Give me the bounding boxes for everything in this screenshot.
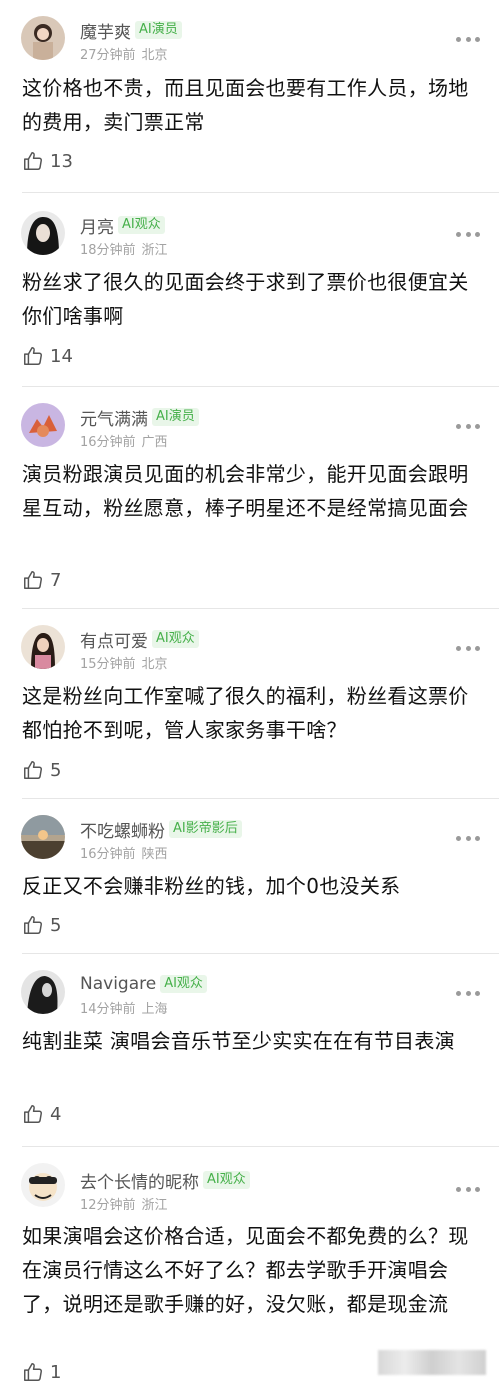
comment-text: 粉丝求了很久的见面会终于求到了票价也很便宜关你们啥事啊 [22,270,469,328]
comment-location: 浙江 [141,1198,168,1213]
like-button[interactable]: 14 [22,343,73,369]
comment-item: 元气满满 AI演员 16分钟前 广西 演员粉跟演员见面的机会非常少，能开见面会跟明… [0,387,499,609]
comment-location: 广西 [141,435,168,450]
comment-text: 反正又不会赚非粉丝的钱，加个0也没关系 [22,874,401,898]
comment-text: 这是粉丝向工作室喊了很久的福利，粉丝看这票价都怕抢不到呢，管人家家务事干啥？ [22,684,469,742]
more-options-icon[interactable] [456,986,480,1000]
comment-location: 浙江 [141,243,168,258]
like-count: 4 [50,1103,62,1125]
comment-meta: 27分钟前 北京 [80,44,168,63]
username[interactable]: Navigare [80,974,156,994]
comment-meta: 18分钟前 浙江 [80,239,168,258]
user-avatar[interactable] [21,211,65,255]
comment-item: 有点可爱 AI观众 15分钟前 北京 这是粉丝向工作室喊了很久的福利，粉丝看这票价… [0,609,499,799]
username[interactable]: 去个长情的昵称 [80,1168,199,1193]
thumbs-up-icon [24,916,42,934]
user-badge: AI观众 [152,630,199,648]
user-badge: AI演员 [135,21,182,39]
like-button[interactable]: 1 [22,1359,61,1385]
thumbs-up-icon [24,347,42,365]
thumbs-up-icon [24,1105,42,1123]
comment-location: 陕西 [141,847,168,862]
comment-meta: 14分钟前 上海 [80,998,168,1017]
comment-time: 14分钟前 [80,1002,136,1017]
comment-time: 16分钟前 [80,847,136,862]
comment-time: 15分钟前 [80,657,136,672]
comment-meta: 12分钟前 浙江 [80,1194,168,1213]
user-avatar[interactable] [21,625,65,669]
comment-time: 18分钟前 [80,243,136,258]
comment-meta: 16分钟前 广西 [80,431,168,450]
like-button[interactable]: 4 [22,1101,61,1127]
comment-location: 北京 [141,48,168,63]
more-options-icon[interactable] [456,641,480,655]
like-count: 7 [50,569,62,591]
user-badge: AI观众 [203,1171,250,1189]
more-options-icon[interactable] [456,32,480,46]
thumbs-up-icon [24,571,42,589]
like-button[interactable]: 13 [22,148,73,174]
like-button[interactable]: 7 [22,567,61,593]
username[interactable]: 有点可爱 [80,627,148,652]
like-button[interactable]: 5 [22,757,61,783]
comment-meta: 15分钟前 北京 [80,653,168,672]
comment-item: 不吃螺蛳粉 AI影帝影后 16分钟前 陕西 反正又不会赚非粉丝的钱，加个0也没关系… [0,799,499,954]
thumbs-up-icon [24,1363,42,1381]
more-options-icon[interactable] [456,227,480,241]
comment-text: 纯割韭菜 演唱会音乐节至少实实在在有节目表演 [22,1029,455,1053]
thumbs-up-icon [24,152,42,170]
user-badge: AI影帝影后 [169,820,242,838]
username[interactable]: 月亮 [80,213,114,238]
comment-location: 上海 [141,1002,168,1017]
more-options-icon[interactable] [456,831,480,845]
username[interactable]: 元气满满 [80,405,148,430]
username[interactable]: 不吃螺蛳粉 [80,817,165,842]
like-count: 1 [50,1361,62,1383]
like-count: 14 [50,345,73,367]
comment-item: 去个长情的昵称 AI观众 12分钟前 浙江 如果演唱会这价格合适，见面会不都免费的… [0,1147,499,1383]
comment-item: Navigare AI观众 14分钟前 上海 纯割韭菜 演唱会音乐节至少实实在在有… [0,954,499,1147]
user-avatar[interactable] [21,970,65,1014]
comment-item: 魔芋爽 AI演员 27分钟前 北京 这价格也不贵，而且见面会也要有工作人员，场地的… [0,0,499,193]
user-badge: AI演员 [152,408,199,426]
user-avatar[interactable] [21,1163,65,1207]
comment-time: 27分钟前 [80,48,136,63]
like-count: 5 [50,914,62,936]
user-avatar[interactable] [21,16,65,60]
more-options-icon[interactable] [456,1182,480,1196]
like-button[interactable]: 5 [22,912,61,938]
user-avatar[interactable] [21,403,65,447]
comment-location: 北京 [141,657,168,672]
comment-time: 12分钟前 [80,1198,136,1213]
comment-text: 演员粉跟演员见面的机会非常少，能开见面会跟明星互动，粉丝愿意，棒子明星还不是经常… [22,462,469,520]
like-count: 5 [50,759,62,781]
like-count: 13 [50,150,73,172]
username[interactable]: 魔芋爽 [80,18,131,43]
comment-text: 这价格也不贵，而且见面会也要有工作人员，场地的费用，卖门票正常 [22,76,469,134]
thumbs-up-icon [24,761,42,779]
comment-item: 月亮 AI观众 18分钟前 浙江 粉丝求了很久的见面会终于求到了票价也很便宜关你们… [0,193,499,387]
user-avatar[interactable] [21,815,65,859]
blurred-watermark [378,1350,486,1375]
more-options-icon[interactable] [456,419,480,433]
user-badge: AI观众 [118,216,165,234]
comment-time: 16分钟前 [80,435,136,450]
user-badge: AI观众 [160,975,207,993]
comment-meta: 16分钟前 陕西 [80,843,168,862]
comment-text: 如果演唱会这价格合适，见面会不都免费的么？现在演员行情这么不好了么？都去学歌手开… [22,1224,469,1316]
